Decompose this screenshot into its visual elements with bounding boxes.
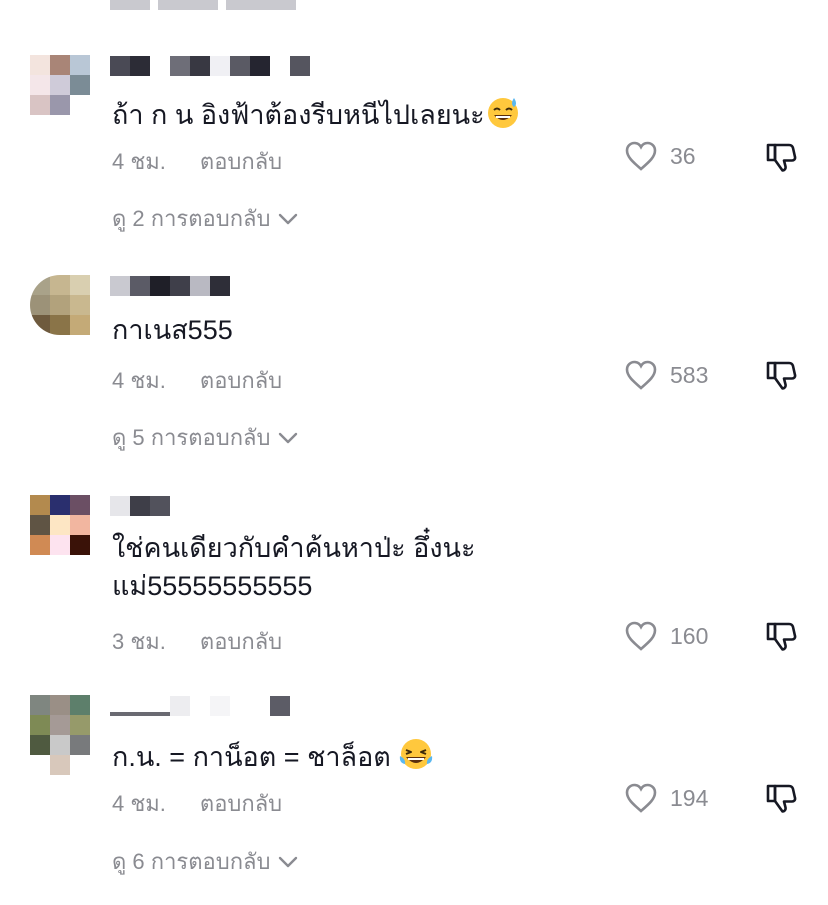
heart-outline-icon (625, 360, 657, 390)
username-redacted[interactable] (110, 495, 170, 517)
timestamp: 4 ชม. (112, 149, 166, 174)
thumbs-down-outline-icon[interactable] (764, 140, 798, 174)
thumbs-down-outline-icon[interactable] (764, 781, 798, 815)
view-replies-label: ดู 5 การตอบกลับ (112, 425, 271, 450)
view-replies-label: ดู 6 การตอบกลับ (112, 849, 271, 874)
like-count: 36 (670, 142, 696, 169)
comment-meta: 4 ชม. ตอบกลับ (112, 786, 282, 821)
comment-text: ก.น. = กาน็อต = ชาล็อต (112, 736, 718, 776)
timestamp: 4 ชม. (112, 791, 166, 816)
chevron-down-icon (279, 856, 298, 867)
like-button[interactable]: 36 (624, 140, 696, 172)
like-button[interactable]: 160 (624, 620, 708, 652)
thumbs-down-outline-icon[interactable] (764, 619, 798, 653)
like-button[interactable]: 194 (624, 782, 708, 814)
reply-button[interactable]: ตอบกลับ (200, 363, 282, 398)
like-count: 160 (670, 622, 709, 649)
timestamp: 3 ชม. (112, 629, 166, 654)
comment-meta: 3 ชม. ตอบกลับ (112, 624, 282, 659)
view-replies-button[interactable]: ดู 2 การตอบกลับ (112, 201, 298, 236)
username-redacted[interactable] (110, 275, 230, 297)
comments-screen: ถ้า ก น อิงฟ้าต้องรีบหนีไปเลยนะ 4 ชม. ตอ… (0, 0, 828, 905)
view-replies-label: ดู 2 การตอบกลับ (112, 206, 271, 231)
avatar[interactable] (30, 495, 90, 555)
comment-text-content: ใช่คนเดียวกับคำค้นหาป่ะ อึ๋งนะ แม่555555… (112, 533, 476, 601)
heart-outline-icon (625, 783, 657, 813)
comment-text: ถ้า ก น อิงฟ้าต้องรีบหนีไปเลยนะ (112, 94, 718, 134)
timestamp: 4 ชม. (112, 368, 166, 393)
comment-meta: 4 ชม. ตอบกลับ (112, 144, 282, 179)
like-button[interactable]: 583 (624, 359, 708, 391)
view-replies-button[interactable]: ดู 6 การตอบกลับ (112, 844, 298, 879)
avatar[interactable] (30, 695, 90, 775)
chevron-down-icon (279, 432, 298, 443)
like-count: 583 (670, 361, 709, 388)
avatar[interactable] (30, 275, 90, 335)
thumbs-down-outline-icon[interactable] (764, 358, 798, 392)
heart-outline-icon (625, 621, 657, 651)
comment-text-content: กาเนส555 (112, 315, 233, 345)
laughing-tears-emoji (400, 739, 433, 769)
reply-button[interactable]: ตอบกลับ (200, 786, 282, 821)
comment-meta: 4 ชม. ตอบกลับ (112, 363, 282, 398)
reply-button[interactable]: ตอบกลับ (200, 624, 282, 659)
comment-text: ใช่คนเดียวกับคำค้นหาป่ะ อึ๋งนะ แม่555555… (112, 529, 718, 605)
avatar[interactable] (30, 55, 90, 115)
username-redacted[interactable] (110, 695, 290, 717)
chevron-down-icon (279, 213, 298, 224)
like-count: 194 (670, 784, 709, 811)
username-redacted[interactable] (110, 55, 310, 77)
reply-button[interactable]: ตอบกลับ (200, 144, 282, 179)
sweat-smile-emoji (487, 98, 518, 128)
heart-outline-icon (625, 141, 657, 171)
comment-text-content: ถ้า ก น อิงฟ้าต้องรีบหนีไปเลยนะ (112, 100, 485, 130)
previous-comment-partial (110, 0, 310, 14)
view-replies-button[interactable]: ดู 5 การตอบกลับ (112, 420, 298, 455)
comment-text-content: ก.น. = กาน็อต = ชาล็อต (112, 742, 391, 772)
comment-text: กาเนส555 (112, 311, 718, 349)
